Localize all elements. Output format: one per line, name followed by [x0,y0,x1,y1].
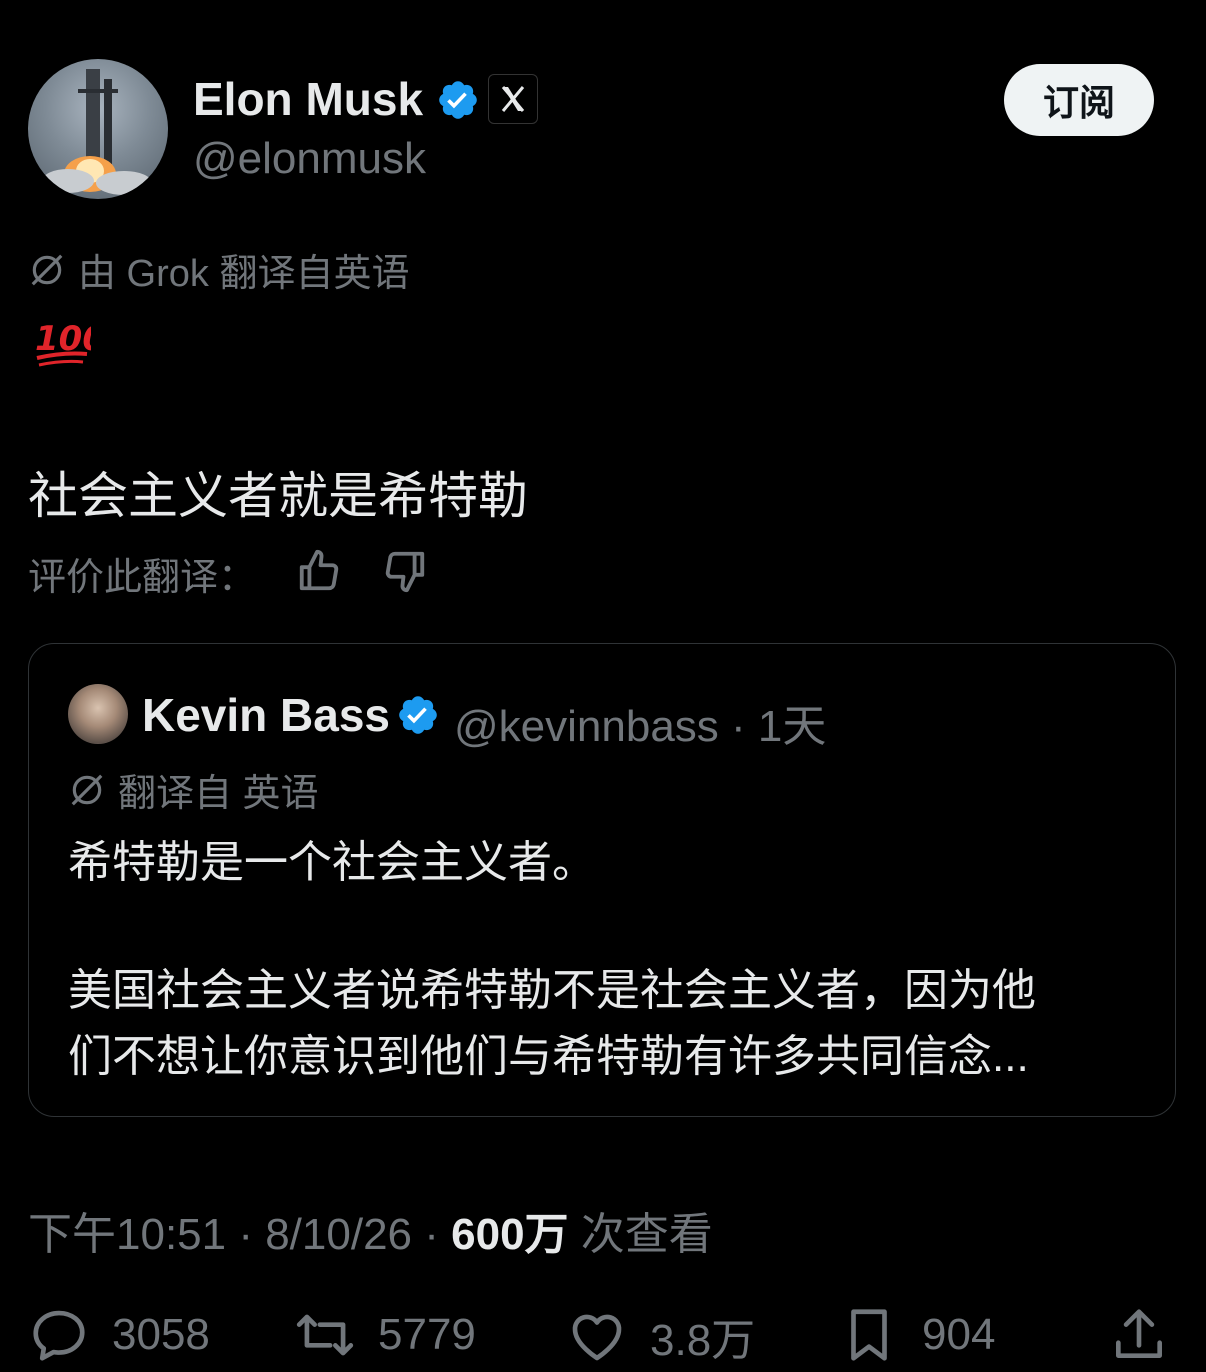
reply-button[interactable]: 3058 [28,1304,210,1366]
quoted-translation-label: 翻译自 英语 [118,773,319,815]
author-handle[interactable]: @elonmusk [193,134,426,184]
like-button[interactable]: 3.8万 [566,1304,755,1368]
rocket-image [42,69,152,195]
rate-translation-label: 评价此翻译： [28,557,257,599]
quoted-author-name[interactable]: Kevin Bass [142,688,390,742]
thumbs-down-icon[interactable] [382,548,428,594]
author-name[interactable]: Elon Musk [193,72,423,126]
view-count: 600万 [451,1210,569,1259]
share-button[interactable] [1108,1304,1170,1366]
quoted-text-line: 们不想让你意识到他们与希特勒有许多共同信念... [68,1032,1029,1081]
translation-label: 由 Grok 翻译自英语 [78,253,410,295]
share-icon [1116,1309,1162,1358]
tweet-meta: 下午10:51 · 8/10/26 · 600万 次查看 [28,1198,713,1262]
verified-badge-icon [439,81,477,119]
subscribe-button[interactable]: 订阅 [1004,64,1154,136]
bookmark-count: 904 [922,1310,996,1359]
timestamp[interactable]: 下午10:51 · 8/10/26 · [28,1210,451,1259]
quoted-text-line: 美国社会主义者说希特勒不是社会主义者，因为他 [68,966,1036,1015]
grok-icon [71,774,103,805]
verified-badge-icon [399,696,437,734]
author-avatar[interactable] [28,59,168,199]
hundred-points-emoji: 100 [35,319,91,367]
reply-count: 3058 [112,1310,210,1359]
view-count-suffix: 次查看 [568,1210,713,1259]
heart-icon [572,1314,622,1361]
quoted-text-line: 希特勒是一个社会主义者。 [68,838,596,887]
tweet-text: 社会主义者就是希特勒 [28,468,528,524]
x-logo-icon [488,74,538,124]
retweet-count: 5779 [378,1310,476,1359]
grok-translation-note: 由 Grok 翻译自英语 [28,242,409,297]
quoted-author-avatar[interactable] [68,684,128,744]
bookmark-icon [851,1309,887,1361]
like-count: 3.8万 [650,1316,756,1365]
thumbs-up-icon[interactable] [296,548,342,594]
grok-icon [31,254,63,285]
retweet-icon [296,1314,354,1356]
quoted-translation-note: 翻译自 英语 [68,762,319,817]
bookmark-button[interactable]: 904 [838,1304,995,1366]
quoted-author-handle[interactable]: @kevinnbass · 1天 [454,690,826,754]
reply-icon [33,1310,85,1361]
retweet-button[interactable]: 5779 [294,1304,476,1366]
